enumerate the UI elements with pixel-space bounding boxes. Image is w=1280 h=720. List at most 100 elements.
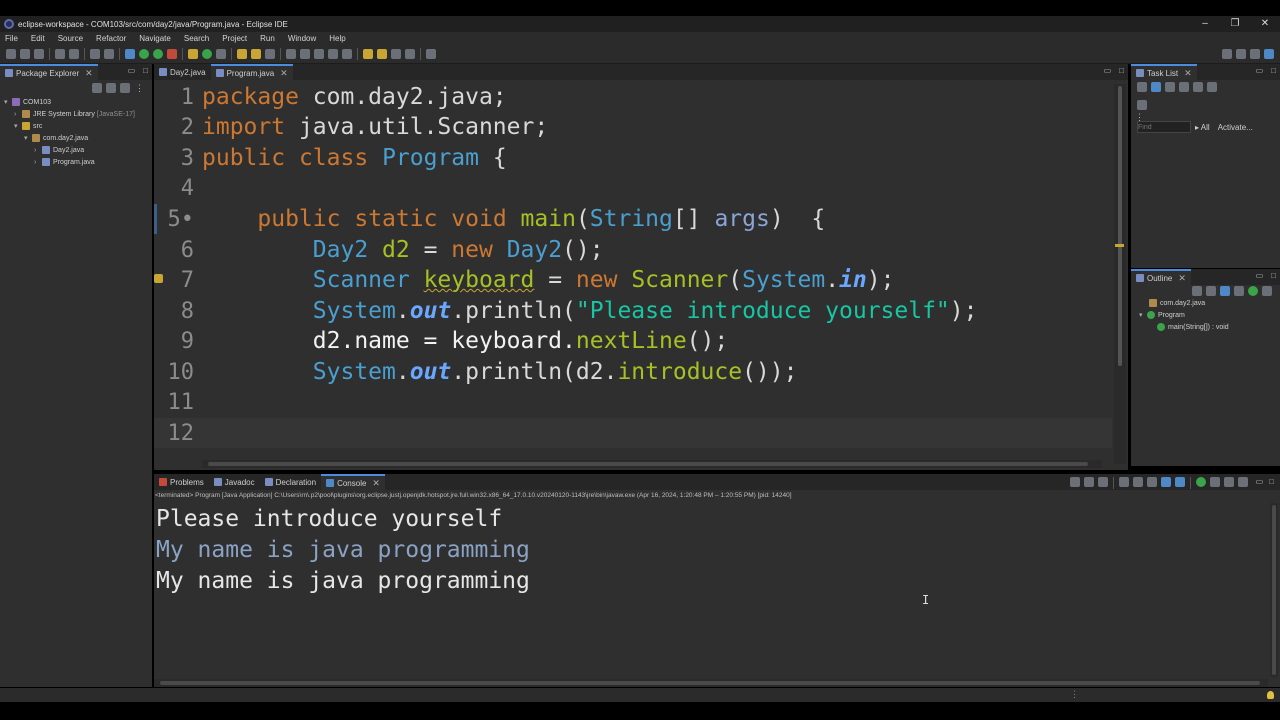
menu-help[interactable]: Help [329,34,345,43]
collapse-all-icon[interactable] [1207,82,1217,92]
pin-console-icon[interactable] [1195,477,1206,487]
skip-breakpoints-icon[interactable] [104,49,114,59]
link-with-editor-icon[interactable] [106,83,116,93]
minimize-icon[interactable]: ▭ [128,66,136,75]
new-package-icon[interactable] [216,49,226,59]
view-menu-icon[interactable] [1237,477,1248,487]
editor-horizontal-scrollbar[interactable] [202,460,1102,468]
synchronize-icon[interactable] [1193,82,1203,92]
coverage-icon[interactable] [153,49,163,59]
maximize-icon[interactable]: □ [1271,271,1276,280]
close-icon[interactable]: ✕ [1178,273,1186,284]
close-icon[interactable]: ✕ [372,478,380,489]
external-tools-icon[interactable] [167,49,177,59]
open-perspective-icon[interactable] [1236,49,1246,59]
console-horizontal-scrollbar[interactable] [154,679,1268,687]
pin-editor-icon[interactable] [426,49,436,59]
menu-file[interactable]: File [5,34,18,43]
outline-item-method[interactable]: main(String[]) : void [1149,321,1280,333]
tab-problems[interactable]: Problems [154,474,209,490]
show-on-stderr-icon[interactable] [1174,477,1185,487]
remove-launch-icon[interactable] [1083,477,1094,487]
menu-search[interactable]: Search [184,34,209,43]
save-all-icon[interactable] [34,49,44,59]
outline-item-class[interactable]: ▾ Program [1139,309,1280,321]
open-type-icon[interactable] [237,49,247,59]
view-menu-icon[interactable]: ⋮ [135,83,144,94]
scroll-lock-icon[interactable] [1132,477,1143,487]
edit-icon[interactable] [265,49,275,59]
all-filter[interactable]: ▸ All [1195,123,1210,132]
debug-icon[interactable] [125,49,135,59]
pilcrow-icon[interactable] [342,49,352,59]
warning-icon[interactable] [154,274,163,283]
tree-item-project[interactable]: ▾ COM103 [4,96,152,108]
lightbulb-icon[interactable] [1267,691,1274,699]
categorized-icon[interactable] [1151,82,1161,92]
tree-item-day2-java[interactable]: › Day2.java [4,144,152,156]
expand-arrow-icon[interactable]: ▾ [24,134,32,142]
tab-declaration[interactable]: Declaration [260,474,321,490]
forward-icon[interactable] [405,49,415,59]
tab-console[interactable]: Console ✕ [321,474,385,490]
close-icon[interactable]: ✕ [85,68,93,79]
tab-outline[interactable]: Outline ✕ [1131,269,1191,285]
close-icon[interactable]: ✕ [280,68,288,79]
toggle-word-wrap-icon[interactable] [300,49,310,59]
console-output[interactable]: Please introduce yourself My name is jav… [154,503,1268,679]
menu-window[interactable]: Window [288,34,316,43]
expand-arrow-icon[interactable]: ▾ [1139,311,1147,319]
open-console-icon[interactable] [1223,477,1234,487]
expand-arrow-icon[interactable]: › [34,159,42,166]
terminal-icon[interactable] [90,49,100,59]
hide-non-public-icon[interactable] [1248,286,1258,296]
expand-arrow-icon[interactable]: › [14,111,22,118]
remove-all-terminated-icon[interactable] [1097,477,1108,487]
word-wrap-icon[interactable] [1146,477,1157,487]
tree-item-program-java[interactable]: › Program.java [4,156,152,168]
editor-vertical-scrollbar[interactable] [1114,84,1126,464]
minimize-icon[interactable]: ▭ [1256,66,1264,75]
close-icon[interactable]: ✕ [1184,68,1192,79]
show-on-stdout-icon[interactable] [1160,477,1171,487]
new-task-icon[interactable] [1137,82,1147,92]
minimize-icon[interactable]: ▭ [1256,477,1264,489]
tab-package-explorer[interactable]: Package Explorer ✕ [0,64,98,80]
maximize-icon[interactable]: □ [1119,66,1124,75]
menu-refactor[interactable]: Refactor [96,34,126,43]
activate-link[interactable]: Activate... [1218,123,1253,132]
menu-edit[interactable]: Edit [31,34,45,43]
block-selection-icon[interactable] [314,49,324,59]
java-perspective-icon[interactable] [1264,49,1274,59]
minimize-icon[interactable]: ▭ [1256,271,1264,280]
tab-day2-java[interactable]: Day2.java [154,64,211,80]
tab-javadoc[interactable]: Javadoc [209,474,260,490]
expand-arrow-icon[interactable]: ▾ [14,122,22,130]
toggle-mark-occurrences-icon[interactable] [286,49,296,59]
expand-arrow-icon[interactable]: › [34,147,42,154]
outline-item-package[interactable]: com.day2.java [1149,297,1280,309]
expand-arrow-icon[interactable]: ▾ [4,98,12,106]
hide-local-types-icon[interactable] [1262,286,1272,296]
minimize-button[interactable]: – [1190,16,1220,32]
maximize-icon[interactable]: □ [143,66,148,75]
terminate-icon[interactable] [1069,477,1080,487]
new-class-icon[interactable] [202,49,212,59]
menu-navigate[interactable]: Navigate [139,34,171,43]
collapse-all-icon[interactable] [92,83,102,93]
new-icon[interactable] [6,49,16,59]
tree-item-src[interactable]: ▾ src [4,120,152,132]
collapse-all-icon[interactable] [1192,286,1202,296]
maximize-button[interactable]: ❐ [1220,16,1250,32]
menu-source[interactable]: Source [58,34,83,43]
redo-icon[interactable] [69,49,79,59]
close-button[interactable]: ✕ [1250,16,1280,32]
find-input[interactable] [1137,121,1191,133]
clear-console-icon[interactable] [1118,477,1129,487]
tasks-icon[interactable] [1137,100,1147,110]
hide-completed-icon[interactable] [1179,82,1189,92]
code-editor[interactable]: 1 package com.day2.java; 2 import java.u… [154,80,1112,458]
maximize-icon[interactable]: □ [1271,66,1276,75]
next-annotation-icon[interactable] [363,49,373,59]
minimize-icon[interactable]: ▭ [1104,66,1112,75]
